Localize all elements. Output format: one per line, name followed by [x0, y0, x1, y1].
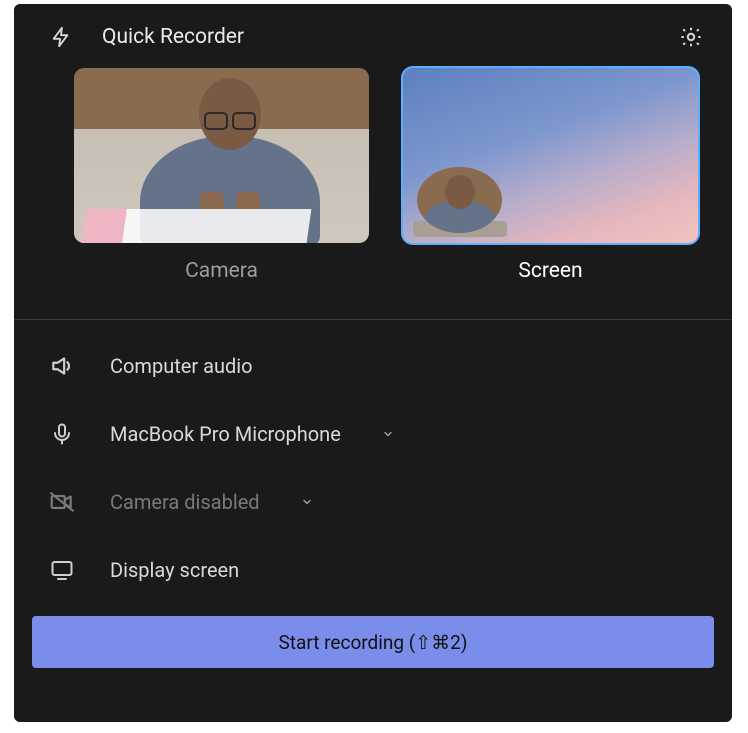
camera-thumbnail [74, 68, 369, 243]
bolt-icon [48, 24, 74, 50]
option-label: MacBook Pro Microphone [110, 422, 341, 446]
chevron-down-icon [300, 495, 314, 509]
option-microphone[interactable]: MacBook Pro Microphone [48, 400, 722, 468]
option-label: Camera disabled [110, 490, 260, 514]
picture-in-picture-preview [417, 167, 502, 233]
option-label: Display screen [110, 558, 239, 582]
quick-recorder-panel: Quick Recorder [14, 4, 732, 722]
microphone-icon [48, 420, 76, 448]
option-label: Computer audio [110, 354, 253, 378]
speaker-icon [48, 352, 76, 380]
gear-icon [679, 25, 703, 49]
chevron-down-icon [381, 427, 395, 441]
mode-camera-label: Camera [185, 259, 258, 293]
start-button-label: Start recording (⇧⌘2) [279, 631, 468, 654]
start-recording-button[interactable]: Start recording (⇧⌘2) [32, 616, 714, 668]
option-computer-audio[interactable]: Computer audio [48, 332, 722, 400]
app-title: Quick Recorder [102, 25, 650, 49]
camera-off-icon [48, 488, 76, 516]
mode-screen[interactable]: Screen [403, 68, 698, 293]
mode-camera[interactable]: Camera [74, 68, 369, 293]
divider [14, 319, 732, 320]
options-list: Computer audio MacBook Pro Microphone [14, 326, 732, 604]
monitor-icon [48, 556, 76, 584]
screen-thumbnail [403, 68, 698, 243]
mode-screen-label: Screen [518, 259, 582, 293]
mode-selector: Camera Screen [14, 68, 732, 293]
option-camera[interactable]: Camera disabled [48, 468, 722, 536]
settings-button[interactable] [678, 24, 704, 50]
header: Quick Recorder [14, 4, 732, 68]
option-display[interactable]: Display screen [48, 536, 722, 604]
